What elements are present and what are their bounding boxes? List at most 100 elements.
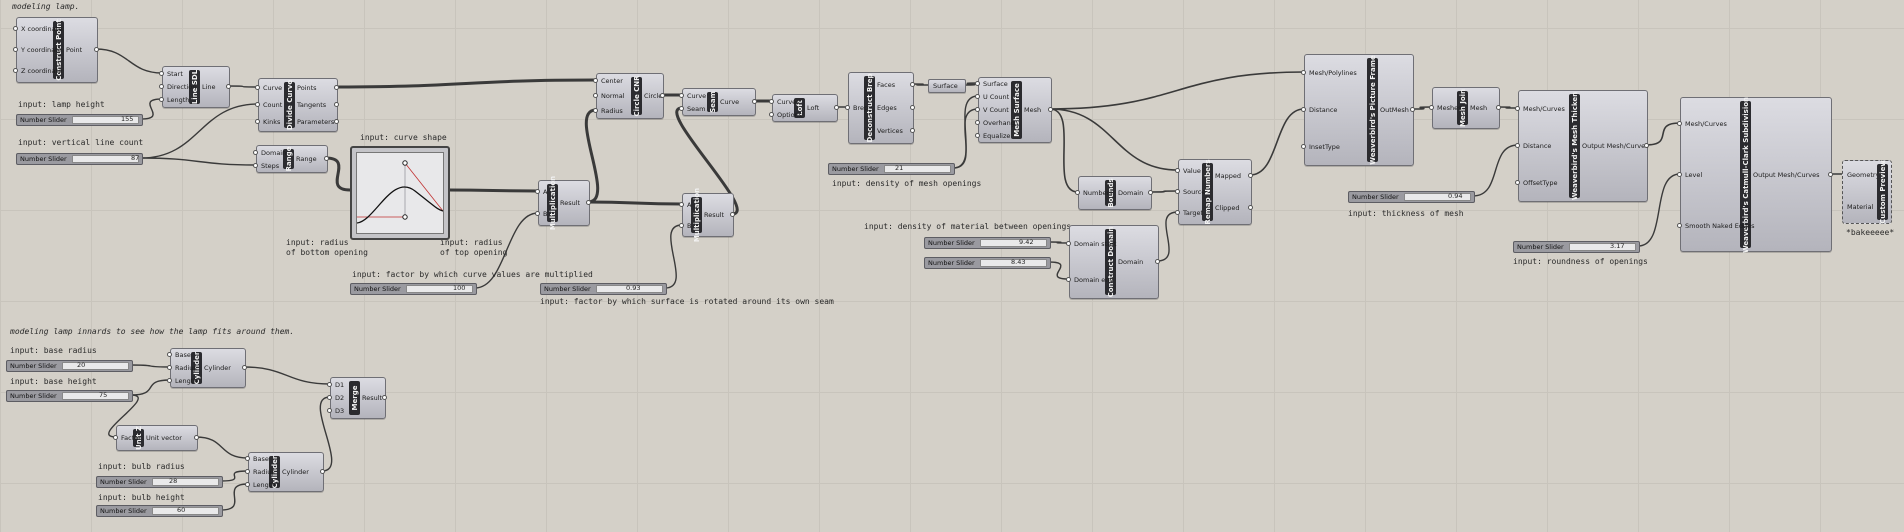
output-grip[interactable] (226, 84, 231, 89)
component-circle-cnr[interactable]: Circle CNR Center Normal Radius Circle (596, 73, 664, 119)
output-grip[interactable] (910, 82, 915, 87)
input-grip[interactable] (1066, 277, 1071, 282)
component-divide-curve[interactable]: Divide Curve Curve Count Kinks Points Tangent… (258, 78, 338, 132)
component-picture-frame[interactable]: Weaverbird's Picture Frame Mesh/Polylines… (1304, 54, 1414, 166)
component-remap-numbers[interactable]: Remap Numbers Value Source Target Mapped Clip… (1178, 159, 1252, 225)
output-grip[interactable] (1410, 107, 1415, 112)
output-grip[interactable] (334, 85, 339, 90)
input-grip[interactable] (327, 395, 332, 400)
component-range[interactable]: Range Domain Steps Range (256, 145, 328, 173)
input-grip[interactable] (679, 223, 684, 228)
output-grip[interactable] (910, 128, 915, 133)
input-grip[interactable] (769, 99, 774, 104)
input-grip[interactable] (245, 482, 250, 487)
output-grip[interactable] (1148, 190, 1153, 195)
input-grip[interactable] (845, 105, 850, 110)
component-bounds[interactable]: Bounds Numbers Domain (1078, 176, 1152, 210)
input-grip[interactable] (13, 68, 18, 73)
output-grip[interactable] (660, 93, 665, 98)
input-grip[interactable] (975, 120, 980, 125)
output-grip[interactable] (910, 105, 915, 110)
output-grip[interactable] (1644, 143, 1649, 148)
component-catmull-clark[interactable]: Weaverbird's Catmull-Clark Subdivision Me… (1680, 96, 1832, 253)
input-grip[interactable] (1515, 106, 1520, 111)
slider-domain-start[interactable]: Number Slider 9.42 (924, 237, 1051, 249)
input-grip[interactable] (769, 112, 774, 117)
output-grip[interactable] (730, 212, 735, 217)
input-grip[interactable] (1677, 121, 1682, 126)
input-grip[interactable] (679, 93, 684, 98)
slider-base-height[interactable]: Number Slider 75 (6, 390, 133, 402)
output-grip[interactable] (752, 99, 757, 104)
component-cylinder1[interactable]: Cylinder Base Radius Length Cylinder (170, 348, 246, 388)
slider-vertical-line-count[interactable]: Number Slider 87 (16, 153, 143, 165)
slider-base-radius[interactable]: Number Slider 20 (6, 360, 133, 372)
output-grip[interactable] (194, 435, 199, 440)
output-grip[interactable] (242, 365, 247, 370)
slider-rotation-factor[interactable]: Number Slider 0.93 (540, 283, 667, 295)
input-grip[interactable] (327, 382, 332, 387)
input-grip[interactable] (1075, 190, 1080, 195)
input-grip[interactable] (167, 352, 172, 357)
component-construct-domain[interactable]: Construct Domain Domain start Domain end Do… (1069, 225, 1159, 299)
grasshopper-canvas[interactable]: modeling lamp. input: lamp height input:… (0, 0, 1904, 532)
output-grip[interactable] (94, 47, 99, 52)
slider-thickness[interactable]: Number Slider 0.94 (1348, 191, 1475, 203)
input-grip[interactable] (327, 408, 332, 413)
input-grip[interactable] (1301, 144, 1306, 149)
slider-lamp-height[interactable]: Number Slider 155 (16, 114, 143, 126)
component-deconstruct-brep[interactable]: Deconstruct Brep Brep Faces Edges Vertices (848, 72, 914, 144)
component-loft[interactable]: Loft Curves Options Loft (772, 94, 838, 122)
input-grip[interactable] (113, 435, 118, 440)
input-grip[interactable] (975, 94, 980, 99)
component-unit-z[interactable]: Unit Z Factor Unit vector (116, 425, 198, 451)
slider-mesh-density[interactable]: Number Slider 21 (828, 163, 955, 175)
output-grip[interactable] (834, 105, 839, 110)
input-grip[interactable] (13, 47, 18, 52)
input-grip[interactable] (535, 189, 540, 194)
output-grip[interactable] (1248, 173, 1253, 178)
component-construct-point[interactable]: Construct Point X coordinate Y coordinate Z… (16, 17, 98, 83)
input-grip[interactable] (679, 202, 684, 207)
output-grip[interactable] (1496, 105, 1501, 110)
input-grip[interactable] (1066, 241, 1071, 246)
input-grip[interactable] (1175, 189, 1180, 194)
slider-bulb-radius[interactable]: Number Slider 28 (96, 476, 223, 488)
input-grip[interactable] (1515, 143, 1520, 148)
input-grip[interactable] (593, 108, 598, 113)
slider-multiplication-factor[interactable]: Number Slider 100 (350, 283, 477, 295)
component-cylinder2[interactable]: Cylinder Base Radius Length Cylinder (248, 452, 324, 492)
input-grip[interactable] (159, 97, 164, 102)
component-multiplication2[interactable]: Multiplication A B Result (682, 188, 734, 242)
component-mesh-thicken[interactable]: Weaverbird's Mesh Thicken Mesh/Curves Dist… (1518, 90, 1649, 202)
component-merge[interactable]: Merge D1 D2 D3 Result (330, 377, 386, 419)
input-grip[interactable] (975, 133, 980, 138)
output-grip[interactable] (320, 469, 325, 474)
input-grip[interactable] (1677, 223, 1682, 228)
input-grip[interactable] (159, 84, 164, 89)
input-grip[interactable] (593, 93, 598, 98)
component-mesh-join[interactable]: Mesh Join Meshes Mesh (1432, 87, 1500, 129)
input-grip[interactable] (1515, 180, 1520, 185)
input-grip[interactable] (159, 71, 164, 76)
input-grip[interactable] (255, 85, 260, 90)
input-grip[interactable] (245, 456, 250, 461)
input-grip[interactable] (593, 78, 598, 83)
input-grip[interactable] (13, 26, 18, 31)
surface-param[interactable]: Surface (928, 79, 966, 93)
input-grip[interactable] (1429, 105, 1434, 110)
input-grip[interactable] (167, 365, 172, 370)
input-grip[interactable] (679, 106, 684, 111)
output-grip[interactable] (334, 119, 339, 124)
input-grip[interactable] (255, 119, 260, 124)
input-grip[interactable] (1175, 168, 1180, 173)
slider-roundness[interactable]: Number Slider 3.17 (1513, 241, 1640, 253)
slider-domain-end[interactable]: Number Slider 8.43 (924, 257, 1051, 269)
component-mesh-surface[interactable]: Mesh Surface Surface U Count V Count Overhan… (978, 77, 1052, 143)
input-grip[interactable] (1301, 70, 1306, 75)
input-grip[interactable] (975, 81, 980, 86)
output-grip[interactable] (1155, 259, 1160, 264)
output-grip[interactable] (586, 200, 591, 205)
input-grip[interactable] (1175, 210, 1180, 215)
input-grip[interactable] (253, 163, 258, 168)
